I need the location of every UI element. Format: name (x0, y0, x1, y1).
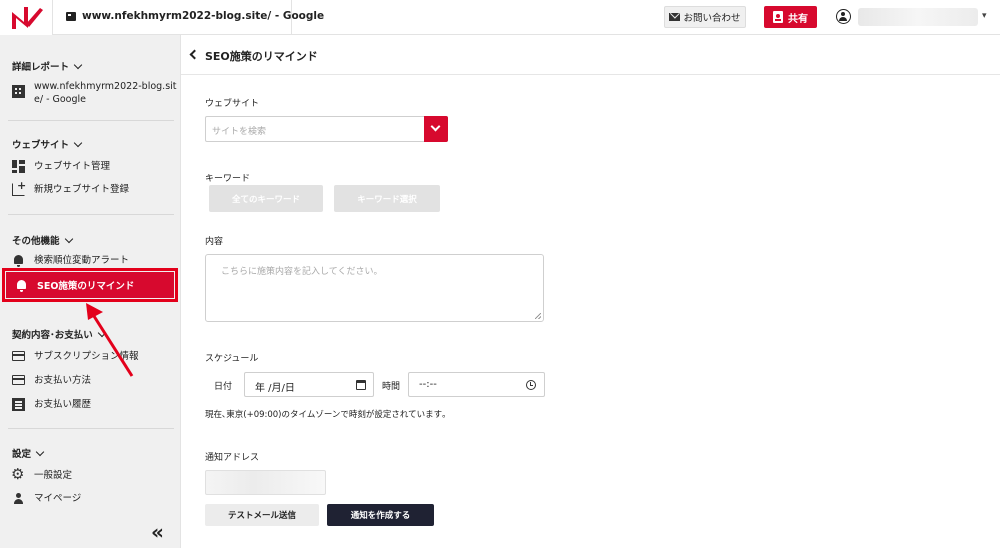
sidebar-item-rank-alert[interactable]: 検索順位変動アラート (12, 254, 172, 267)
divider (8, 120, 174, 121)
building-icon (12, 85, 25, 98)
sidebar-item-label: 検索順位変動アラート (34, 255, 130, 266)
main-content: SEO施策のリマインド ウェブサイト サイトを検索 キーワード 全てのキーワード… (181, 35, 1000, 548)
heading-text: 契約内容･お支払い (12, 330, 93, 341)
share-label: 共有 (788, 13, 808, 25)
website-search-select[interactable]: サイトを検索 (205, 116, 448, 142)
sidebar-item-subscription[interactable]: サブスクリプション情報 (12, 350, 172, 363)
date-input[interactable]: 年 /月/日 (244, 372, 374, 397)
create-notification-button[interactable]: 通知を作成する (327, 504, 434, 526)
label-line-2: e/ - Google (34, 94, 87, 105)
sidebar-heading-reports[interactable]: 詳細レポート (12, 59, 83, 73)
time-value: --:-- (419, 379, 437, 390)
add-site-icon (12, 179, 26, 196)
date-label: 日付 (214, 382, 233, 392)
content-label: 内容 (205, 237, 224, 247)
current-site-title: www.nfekhmyrm2022-blog.site/ - Google (66, 10, 324, 22)
chevron-down-icon (73, 60, 83, 69)
label-line-1: www.nfekhmyrm2022-blog.sit (34, 81, 177, 92)
sidebar-item-payment-history[interactable]: お支払い履歴 (12, 398, 172, 411)
test-mail-button[interactable]: テストメール送信 (205, 504, 319, 526)
page-header: SEO施策のリマインド (181, 35, 1000, 75)
calendar-icon[interactable] (356, 380, 366, 390)
sidebar-item-label: サブスクリプション情報 (34, 351, 139, 362)
collapse-sidebar-icon[interactable]: « (151, 520, 164, 544)
sidebar-item-label: 一般設定 (34, 470, 73, 481)
credit-card-icon (12, 375, 25, 385)
time-label: 時間 (382, 382, 401, 392)
sidebar-item-label: お支払い方法 (34, 375, 92, 386)
bell-icon (12, 254, 25, 267)
divider (8, 214, 174, 215)
heading-text: 詳細レポート (12, 62, 70, 73)
contact-button[interactable]: お問い合わせ (664, 6, 746, 28)
dashboard-icon (12, 160, 25, 173)
chevron-down-icon (97, 328, 107, 337)
person-icon (12, 492, 25, 505)
sidebar-item-label: www.nfekhmyrm2022-blog.sit e/ - Google (34, 80, 177, 106)
sidebar-item-general-settings[interactable]: 一般設定 (11, 465, 172, 483)
contact-label: お問い合わせ (683, 13, 741, 24)
all-keywords-button[interactable]: 全てのキーワード (209, 185, 323, 212)
schedule-label: スケジュール (205, 354, 259, 364)
timezone-note: 現在､東京(+09:00)のタイムゾーンで時刻が設定されています｡ (205, 410, 447, 420)
sidebar-item-report-site[interactable]: www.nfekhmyrm2022-blog.sit e/ - Google (12, 80, 177, 106)
active-item-highlight: SEO施策のリマインド (6, 272, 174, 298)
date-value: 年 /月/日 (255, 383, 295, 394)
divider (291, 0, 292, 35)
chevron-down-icon (64, 234, 73, 243)
app-logo[interactable] (0, 0, 52, 35)
website-search-placeholder: サイトを検索 (212, 127, 267, 137)
credit-card-icon (12, 351, 25, 361)
sidebar-item-seo-remind[interactable]: SEO施策のリマインド (2, 268, 178, 302)
sidebar-item-label: SEO施策のリマインド (37, 281, 135, 292)
sidebar-heading-contract[interactable]: 契約内容･お支払い (12, 327, 107, 341)
mail-icon (669, 13, 681, 21)
sidebar-item-label: ウェブサイト管理 (34, 161, 111, 172)
share-button[interactable]: 共有 (764, 6, 817, 28)
sidebar-item-website-new[interactable]: 新規ウェブサイト登録 (12, 179, 172, 196)
account-icon[interactable] (836, 9, 851, 24)
sidebar-item-label: お支払い履歴 (34, 399, 92, 410)
back-chevron-icon[interactable] (189, 49, 200, 60)
badge-icon (773, 11, 783, 23)
sidebar: 詳細レポート www.nfekhmyrm2022-blog.sit e/ - G… (0, 35, 181, 548)
select-keywords-button[interactable]: キーワード選択 (334, 185, 440, 212)
sidebar-heading-website[interactable]: ウェブサイト (12, 137, 83, 151)
sidebar-heading-other[interactable]: その他機能 (12, 233, 73, 247)
website-label: ウェブサイト (205, 99, 260, 109)
divider (8, 428, 174, 429)
address-label: 通知アドレス (205, 453, 260, 463)
logo-icon (12, 7, 43, 29)
user-menu-caret-icon[interactable]: ▾ (982, 11, 987, 21)
content-textarea[interactable]: こちらに施策内容を記入してください。 (205, 254, 544, 322)
sidebar-item-payment-method[interactable]: お支払い方法 (12, 374, 172, 387)
page-title: SEO施策のリマインド (205, 50, 318, 63)
notification-address-field[interactable] (205, 470, 326, 495)
keyword-label: キーワード (205, 174, 251, 184)
resize-grip-icon[interactable] (535, 313, 541, 319)
heading-text: 設定 (12, 449, 32, 460)
sidebar-item-label: マイページ (34, 493, 82, 504)
user-name-blurred[interactable] (858, 8, 978, 26)
sidebar-item-my-page[interactable]: マイページ (12, 492, 172, 505)
sidebar-item-label: 新規ウェブサイト登録 (34, 184, 130, 195)
heading-text: ウェブサイト (12, 140, 70, 151)
clock-icon[interactable] (526, 380, 536, 390)
browser-window-icon (66, 11, 76, 21)
receipt-list-icon (12, 398, 25, 411)
sidebar-item-website-manage[interactable]: ウェブサイト管理 (12, 160, 172, 173)
sidebar-heading-settings[interactable]: 設定 (12, 446, 45, 460)
divider (52, 0, 53, 35)
gear-icon (11, 465, 25, 483)
time-input[interactable]: --:-- (408, 372, 545, 397)
content-placeholder: こちらに施策内容を記入してください。 (221, 267, 383, 277)
chevron-down-icon (73, 138, 83, 147)
chevron-down-icon (35, 447, 45, 456)
heading-text: その他機能 (12, 236, 60, 247)
site-title-text: www.nfekhmyrm2022-blog.site/ - Google (82, 10, 325, 22)
top-bar: www.nfekhmyrm2022-blog.site/ - Google お問… (0, 0, 1000, 35)
bell-icon (15, 279, 28, 292)
chevron-down-icon[interactable] (424, 116, 448, 142)
